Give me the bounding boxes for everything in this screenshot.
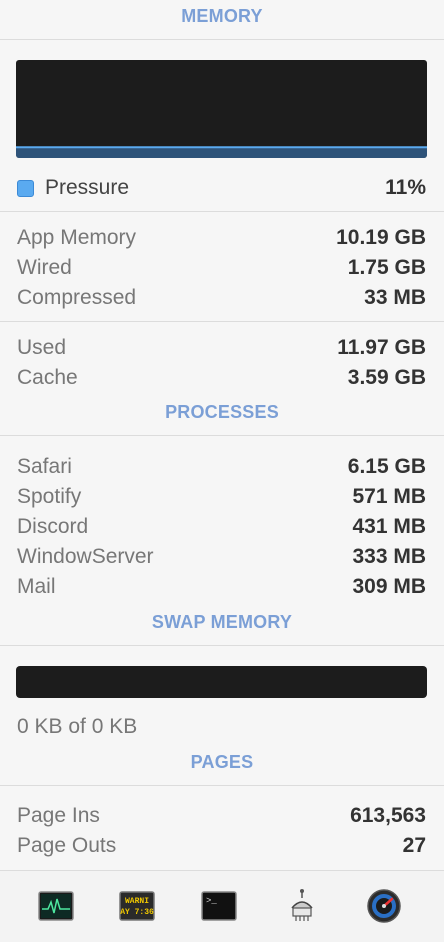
stat-label: Compressed <box>17 286 137 309</box>
swap-usage-bar <box>16 666 427 698</box>
pages-header: PAGES <box>190 752 254 772</box>
console-icon-text-2: AY 7:36 <box>120 908 154 917</box>
stat-label: Wired <box>17 256 72 279</box>
process-name: Safari <box>17 455 72 478</box>
process-memory: 431 MB <box>352 515 426 538</box>
divider <box>0 785 444 786</box>
pressure-legend-swatch <box>17 179 34 197</box>
process-name: WindowServer <box>17 545 154 568</box>
swap-header: SWAP MEMORY <box>151 612 293 632</box>
app-shortcut-toolbar: WARNI AY 7:36 >_ <box>0 870 444 942</box>
stat-label: Cache <box>17 366 78 389</box>
process-memory: 6.15 GB <box>347 455 426 478</box>
memory-pressure-graph <box>16 60 427 158</box>
page-ins-row: Page Ins 613,563 <box>17 801 426 831</box>
stat-value: 3.59 GB <box>347 366 426 389</box>
stat-row-compressed: Compressed 33 MB <box>17 283 426 313</box>
divider <box>0 211 444 212</box>
process-memory: 333 MB <box>352 545 426 568</box>
divider <box>0 39 444 40</box>
stat-value: 33 MB <box>364 286 426 309</box>
stat-row-wired: Wired 1.75 GB <box>17 253 426 283</box>
terminal-icon-prompt: >_ <box>206 896 217 906</box>
stat-label: Used <box>17 336 67 359</box>
process-row[interactable]: WindowServer 333 MB <box>17 542 426 572</box>
pressure-label-wrap: Pressure <box>17 176 129 200</box>
stat-value: 27 <box>402 834 426 857</box>
pressure-value: 11% <box>385 176 426 199</box>
stat-label: App Memory <box>17 226 137 249</box>
process-row[interactable]: Discord 431 MB <box>17 512 426 542</box>
processes-header: PROCESSES <box>165 402 279 422</box>
process-name: Mail <box>17 575 56 598</box>
activity-monitor-icon[interactable] <box>38 888 74 924</box>
process-name: Spotify <box>17 485 82 508</box>
stat-label: Page Outs <box>17 834 117 857</box>
process-name: Discord <box>17 515 89 538</box>
swap-usage-text: 0 KB of 0 KB <box>17 715 138 738</box>
pressure-label: Pressure <box>45 176 130 199</box>
system-information-icon[interactable] <box>284 888 320 924</box>
pressure-row: Pressure 11% <box>17 173 426 203</box>
stat-value: 1.75 GB <box>347 256 426 279</box>
memory-pressure-area <box>16 147 427 158</box>
process-memory: 571 MB <box>352 485 426 508</box>
stat-value: 613,563 <box>350 804 426 827</box>
console-icon-text-1: WARNI <box>125 897 149 906</box>
terminal-icon[interactable]: >_ <box>201 888 237 924</box>
stat-label: Page Ins <box>17 804 100 827</box>
process-memory: 309 MB <box>352 575 426 598</box>
stat-value: 10.19 GB <box>336 226 426 249</box>
stat-row-app-memory: App Memory 10.19 GB <box>17 223 426 253</box>
page-outs-row: Page Outs 27 <box>17 831 426 861</box>
divider <box>0 435 444 436</box>
process-row[interactable]: Mail 309 MB <box>17 572 426 602</box>
divider <box>0 321 444 322</box>
divider <box>0 645 444 646</box>
memory-header: MEMORY <box>181 6 263 26</box>
console-icon[interactable]: WARNI AY 7:36 <box>119 888 155 924</box>
process-row[interactable]: Safari 6.15 GB <box>17 452 426 482</box>
stat-row-used: Used 11.97 GB <box>17 333 426 363</box>
process-row[interactable]: Spotify 571 MB <box>17 482 426 512</box>
stat-row-cache: Cache 3.59 GB <box>17 363 426 393</box>
stat-value: 11.97 GB <box>337 336 426 359</box>
disk-utility-icon[interactable] <box>366 888 402 924</box>
